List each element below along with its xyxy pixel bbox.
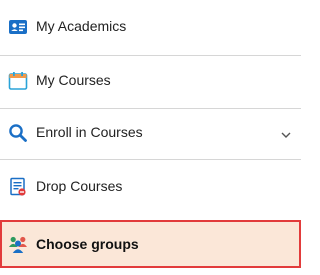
course-navigation-menu: My Academics My Courses Enroll in Course… xyxy=(0,0,301,275)
document-remove-icon xyxy=(8,177,28,197)
menu-item-enroll-in-courses[interactable]: Enroll in Courses xyxy=(0,109,301,159)
menu-item-my-academics[interactable]: My Academics xyxy=(0,0,301,55)
search-icon xyxy=(8,123,28,143)
menu-item-label: Choose groups xyxy=(36,236,139,252)
menu-item-choose-groups[interactable]: Choose groups xyxy=(0,220,301,268)
menu-item-my-courses[interactable]: My Courses xyxy=(0,56,301,108)
calendar-icon xyxy=(8,71,28,91)
menu-item-label: Enroll in Courses xyxy=(36,124,143,140)
menu-item-label: My Courses xyxy=(36,72,111,88)
menu-item-drop-courses[interactable]: Drop Courses xyxy=(0,160,301,215)
menu-item-label: Drop Courses xyxy=(36,178,123,194)
people-group-icon xyxy=(8,234,28,254)
id-card-icon xyxy=(8,17,28,37)
menu-item-label: My Academics xyxy=(36,18,127,34)
chevron-down-icon[interactable] xyxy=(280,128,292,140)
